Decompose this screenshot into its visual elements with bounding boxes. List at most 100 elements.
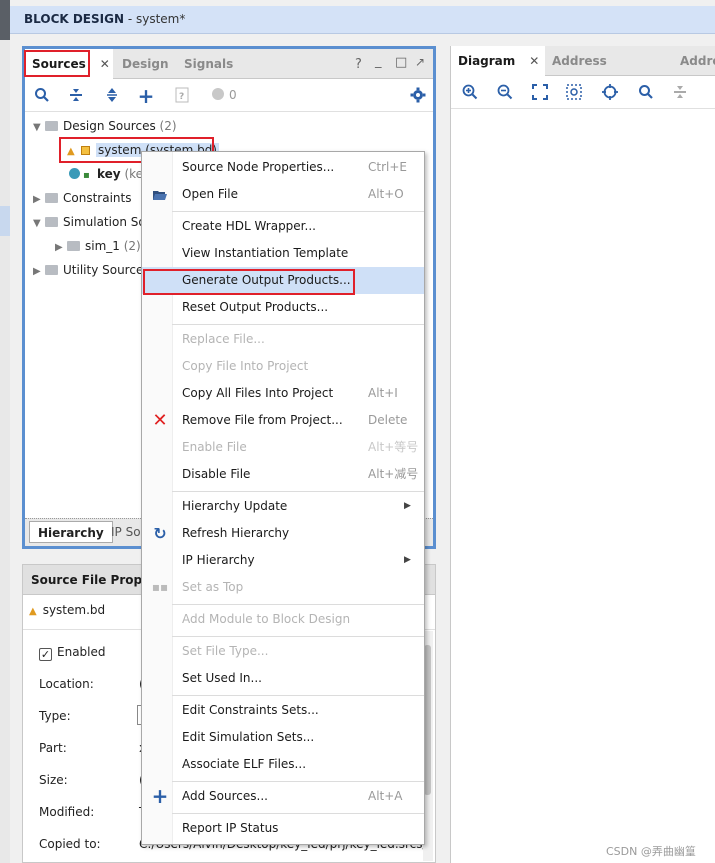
tree-sim-1[interactable]: ▶ sim_1 (2) xyxy=(55,235,141,257)
file-properties-icon[interactable]: ? xyxy=(173,87,191,105)
tree-simulation-sources[interactable]: ▼ Simulation So xyxy=(33,211,146,233)
sources-tab-highlight xyxy=(24,50,90,77)
menu-reset-output-products[interactable]: Reset Output Products... xyxy=(142,294,424,321)
add-icon: + xyxy=(151,784,169,808)
prop-label-size: Size: xyxy=(39,773,68,787)
sources-toolbar: + ? 0 xyxy=(25,80,433,112)
watermark: CSDN @弄曲幽篁 xyxy=(606,845,696,858)
tab-ip-sources[interactable]: IP So xyxy=(111,521,141,543)
menu-add-sources[interactable]: + Add Sources... Alt+A xyxy=(142,783,424,810)
prop-label-type: Type: xyxy=(39,709,71,723)
menu-set-as-top[interactable]: ▪▪ Set as Top xyxy=(142,574,424,601)
zoom-in-icon[interactable] xyxy=(461,84,479,102)
menu-edit-simulation-sets[interactable]: Edit Simulation Sets... xyxy=(142,724,424,751)
refresh-icon: ↻ xyxy=(153,524,167,543)
collapse-all-icon[interactable] xyxy=(671,84,689,102)
chevron-down-icon[interactable]: ▼ xyxy=(33,213,45,235)
collapse-all-icon[interactable] xyxy=(67,87,85,105)
float-icon[interactable]: ↗ xyxy=(415,55,425,69)
tab-address-map[interactable]: Addres xyxy=(673,46,715,76)
tree-constraints[interactable]: ▶ Constraints xyxy=(33,187,131,209)
menu-open-file[interactable]: Open File Alt+O xyxy=(142,181,424,208)
scrollbar-thumb[interactable] xyxy=(424,645,431,795)
prop-label-part: Part: xyxy=(39,741,67,755)
menu-separator xyxy=(172,211,424,212)
search-icon[interactable] xyxy=(33,87,51,105)
menu-remove-file-from-project[interactable]: ✕ Remove File from Project... Delete xyxy=(142,407,424,434)
menu-ip-hierarchy[interactable]: IP Hierarchy ▶ xyxy=(142,547,424,574)
chevron-down-icon[interactable]: ▼ xyxy=(33,117,45,139)
enabled-checkbox-row[interactable]: ✓ Enabled xyxy=(39,645,106,661)
menu-refresh-hierarchy[interactable]: ↻ Refresh Hierarchy xyxy=(142,520,424,547)
help-icon[interactable]: ? xyxy=(355,57,362,72)
menu-set-used-in[interactable]: Set Used In... xyxy=(142,665,424,692)
menu-separator xyxy=(172,695,424,696)
context-menu: Source Node Properties... Ctrl+E Open Fil… xyxy=(141,151,425,845)
submenu-arrow-icon: ▶ xyxy=(404,501,411,511)
chevron-right-icon[interactable]: ▶ xyxy=(33,261,45,283)
menu-set-file-type[interactable]: Set File Type... xyxy=(142,638,424,665)
set-top-icon: ▪▪ xyxy=(151,580,169,594)
tree-design-sources[interactable]: ▼ Design Sources (2) xyxy=(33,115,177,137)
minimize-icon[interactable]: _ xyxy=(375,54,382,69)
block-design-icon: ▲ xyxy=(29,606,37,617)
svg-text:?: ? xyxy=(179,92,184,102)
zoom-area-icon[interactable] xyxy=(565,84,583,102)
left-edge-strip xyxy=(0,0,10,863)
prop-label-location: Location: xyxy=(39,677,94,691)
open-folder-icon xyxy=(150,181,170,211)
chevron-right-icon[interactable]: ▶ xyxy=(33,189,45,211)
tree-utility-sources[interactable]: ▶ Utility Sources xyxy=(33,259,150,281)
menu-report-ip-status[interactable]: Report IP Status xyxy=(142,815,424,842)
menu-view-instantiation-template[interactable]: View Instantiation Template xyxy=(142,240,424,267)
generate-output-highlight xyxy=(143,269,355,295)
menu-separator xyxy=(172,813,424,814)
menu-create-hdl-wrapper[interactable]: Create HDL Wrapper... xyxy=(142,213,424,240)
menu-associate-elf-files[interactable]: Associate ELF Files... xyxy=(142,751,424,778)
folder-icon xyxy=(45,265,58,275)
menu-separator xyxy=(172,604,424,605)
diagram-toolbar xyxy=(451,77,715,109)
tab-diagram[interactable]: Diagram ✕ xyxy=(451,46,545,76)
folder-icon xyxy=(67,241,80,251)
close-icon[interactable]: ✕ xyxy=(100,57,110,71)
prop-label-copied-to: Copied to: xyxy=(39,837,101,851)
menu-copy-all-files-into-project[interactable]: Copy All Files Into Project Alt+I xyxy=(142,380,424,407)
add-icon[interactable]: + xyxy=(137,86,155,106)
gear-icon[interactable] xyxy=(409,87,427,105)
tab-design[interactable]: Design xyxy=(115,49,175,79)
tab-address-editor[interactable]: Address Editor✕ xyxy=(545,46,671,98)
checkbox-checked-icon[interactable]: ✓ xyxy=(39,648,52,661)
folder-icon xyxy=(45,193,58,203)
delete-x-icon: ✕ xyxy=(152,410,168,431)
status-dot-icon xyxy=(209,87,227,105)
folder-icon xyxy=(45,217,58,227)
tree-key[interactable]: ▪ key (ke xyxy=(69,163,143,185)
tab-signals[interactable]: Signals xyxy=(177,49,241,79)
menu-add-module-to-block-design[interactable]: Add Module to Block Design xyxy=(142,606,424,633)
menu-source-node-properties[interactable]: Source Node Properties... Ctrl+E xyxy=(142,154,424,181)
search-icon[interactable] xyxy=(637,84,655,102)
folder-icon xyxy=(45,121,58,131)
menu-replace-file[interactable]: Replace File... xyxy=(142,326,424,353)
tab-hierarchy[interactable]: Hierarchy xyxy=(29,521,113,543)
expand-all-icon[interactable] xyxy=(103,87,121,105)
menu-enable-file[interactable]: Enable File Alt+等号 xyxy=(142,434,424,461)
menu-separator xyxy=(172,324,424,325)
menu-hierarchy-update[interactable]: Hierarchy Update ▶ xyxy=(142,493,424,520)
menu-disable-file[interactable]: Disable File Alt+减号 xyxy=(142,461,424,488)
menu-copy-file-into-project[interactable]: Copy File Into Project xyxy=(142,353,424,380)
zoom-out-icon[interactable] xyxy=(496,84,514,102)
diagram-tabbar: Diagram✕ Address Editor✕ Addres xyxy=(451,46,715,98)
left-edge-selection xyxy=(0,206,10,236)
maximize-icon[interactable]: □ xyxy=(395,55,407,70)
close-icon[interactable]: ✕ xyxy=(529,54,539,68)
crosshair-icon[interactable] xyxy=(601,84,619,102)
zoom-fit-icon[interactable] xyxy=(531,84,549,102)
menu-separator xyxy=(172,781,424,782)
properties-file-row: ▲ system.bd xyxy=(29,603,106,617)
menu-edit-constraints-sets[interactable]: Edit Constraints Sets... xyxy=(142,697,424,724)
chevron-right-icon[interactable]: ▶ xyxy=(55,237,67,259)
window-title: BLOCK DESIGN - system* xyxy=(24,12,186,26)
block-design-titlebar: BLOCK DESIGN - system* xyxy=(10,6,715,34)
